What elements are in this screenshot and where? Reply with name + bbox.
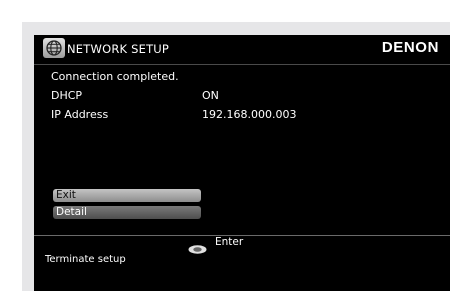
brand-logo: DENON <box>381 39 439 56</box>
ip-address-label: IP Address <box>51 108 109 121</box>
ip-address-value: 192.168.000.003 <box>202 108 297 121</box>
exit-button[interactable]: Exit <box>53 189 201 202</box>
globe-network-icon <box>43 38 65 58</box>
screen-bezel: NETWORK SETUP DENON Connection completed… <box>22 22 450 291</box>
network-setup-screen: NETWORK SETUP DENON Connection completed… <box>34 35 450 291</box>
header-bar: NETWORK SETUP DENON <box>34 35 450 64</box>
page-title: NETWORK SETUP <box>67 42 170 56</box>
page: NETWORK SETUP DENON Connection completed… <box>0 0 450 291</box>
header-divider <box>34 64 450 65</box>
connection-status: Connection completed. <box>51 70 179 83</box>
detail-button[interactable]: Detail <box>53 206 201 219</box>
dhcp-value: ON <box>202 89 219 102</box>
dhcp-label: DHCP <box>51 89 83 102</box>
enter-label: Enter <box>215 236 244 248</box>
hint-text: Terminate setup <box>45 254 126 265</box>
enter-button-icon <box>188 239 207 254</box>
